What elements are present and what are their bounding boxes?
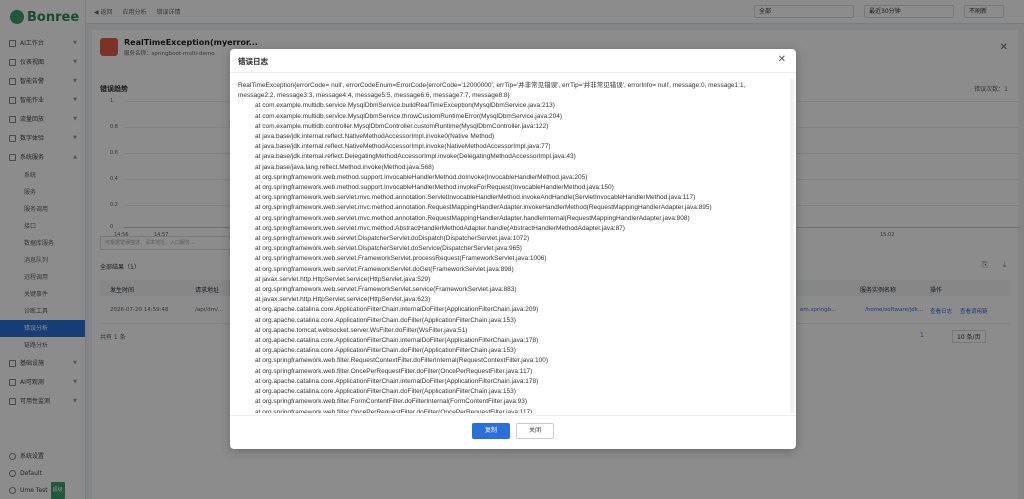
log-line: at org.springframework.web.servlet.Dispa… bbox=[255, 245, 522, 253]
log-line: at com.example.multidb.service.MysqlDbmS… bbox=[255, 102, 555, 110]
log-line: at org.springframework.web.servlet.Dispa… bbox=[255, 235, 530, 243]
log-line: RealTimeException{errorCode= null', erro… bbox=[238, 82, 746, 100]
log-line: at com.example.multidb.controller.MysqlD… bbox=[255, 122, 549, 130]
log-line: at com.example.multidb.service.MysqlDbmS… bbox=[255, 112, 563, 120]
log-line: at org.springframework.web.servlet.Frame… bbox=[255, 265, 514, 273]
modal-footer: 复制 关闭 bbox=[230, 415, 796, 449]
log-line: at org.apache.tomcat.websocket.server.Ws… bbox=[255, 326, 468, 334]
log-line: at org.springframework.web.servlet.Frame… bbox=[255, 255, 547, 263]
log-line: at javax.servlet.http.HttpServlet.servic… bbox=[255, 296, 431, 304]
log-line: at org.springframework.web.servlet.mvc.m… bbox=[255, 194, 696, 202]
log-line: at org.springframework.web.servlet.mvc.m… bbox=[255, 214, 690, 222]
log-line: at java.base/java.lang.reflect.Method.in… bbox=[255, 163, 434, 171]
log-line: at org.springframework.web.method.suppor… bbox=[255, 184, 614, 192]
log-line: at org.apache.catalina.core.ApplicationF… bbox=[255, 316, 516, 324]
log-line: at org.springframework.web.filter.OncePe… bbox=[255, 367, 533, 375]
log-line: at java.base/jdk.internal.reflect.Delega… bbox=[255, 153, 576, 161]
log-line: at org.apache.catalina.core.ApplicationF… bbox=[255, 306, 539, 314]
log-line: at org.springframework.web.method.suppor… bbox=[255, 173, 588, 181]
close-button[interactable]: 关闭 bbox=[516, 423, 554, 439]
log-line: at org.springframework.web.servlet.Frame… bbox=[255, 286, 517, 294]
log-line: at java.base/jdk.internal.reflect.Native… bbox=[255, 143, 551, 151]
close-icon[interactable]: ✕ bbox=[778, 54, 786, 65]
error-log-modal: 错误日志 ✕ RealTimeException{errorCode= null… bbox=[230, 49, 796, 449]
log-line: at java.base/jdk.internal.reflect.Native… bbox=[255, 133, 495, 141]
log-line: at org.apache.catalina.core.ApplicationF… bbox=[255, 388, 516, 396]
error-log-content: RealTimeException{errorCode= null', erro… bbox=[238, 81, 784, 413]
log-line: at org.springframework.web.servlet.mvc.m… bbox=[255, 204, 712, 212]
log-line: at org.springframework.web.filter.OncePe… bbox=[255, 408, 533, 414]
copy-button[interactable]: 复制 bbox=[472, 423, 510, 439]
modal-title: 错误日志 bbox=[238, 57, 268, 66]
log-line: at org.springframework.web.filter.Reques… bbox=[255, 357, 548, 365]
log-line: at org.springframework.web.servlet.mvc.m… bbox=[255, 224, 625, 232]
modal-header: 错误日志 ✕ bbox=[230, 49, 796, 73]
log-line: at org.apache.catalina.core.ApplicationF… bbox=[255, 337, 539, 345]
scrollbar[interactable] bbox=[790, 79, 794, 413]
log-line: at org.apache.catalina.core.ApplicationF… bbox=[255, 377, 539, 385]
log-line: at org.apache.catalina.core.ApplicationF… bbox=[255, 347, 516, 355]
log-line: at org.springframework.web.filter.FormCo… bbox=[255, 398, 528, 406]
log-line: at javax.servlet.http.HttpServlet.servic… bbox=[255, 275, 431, 283]
